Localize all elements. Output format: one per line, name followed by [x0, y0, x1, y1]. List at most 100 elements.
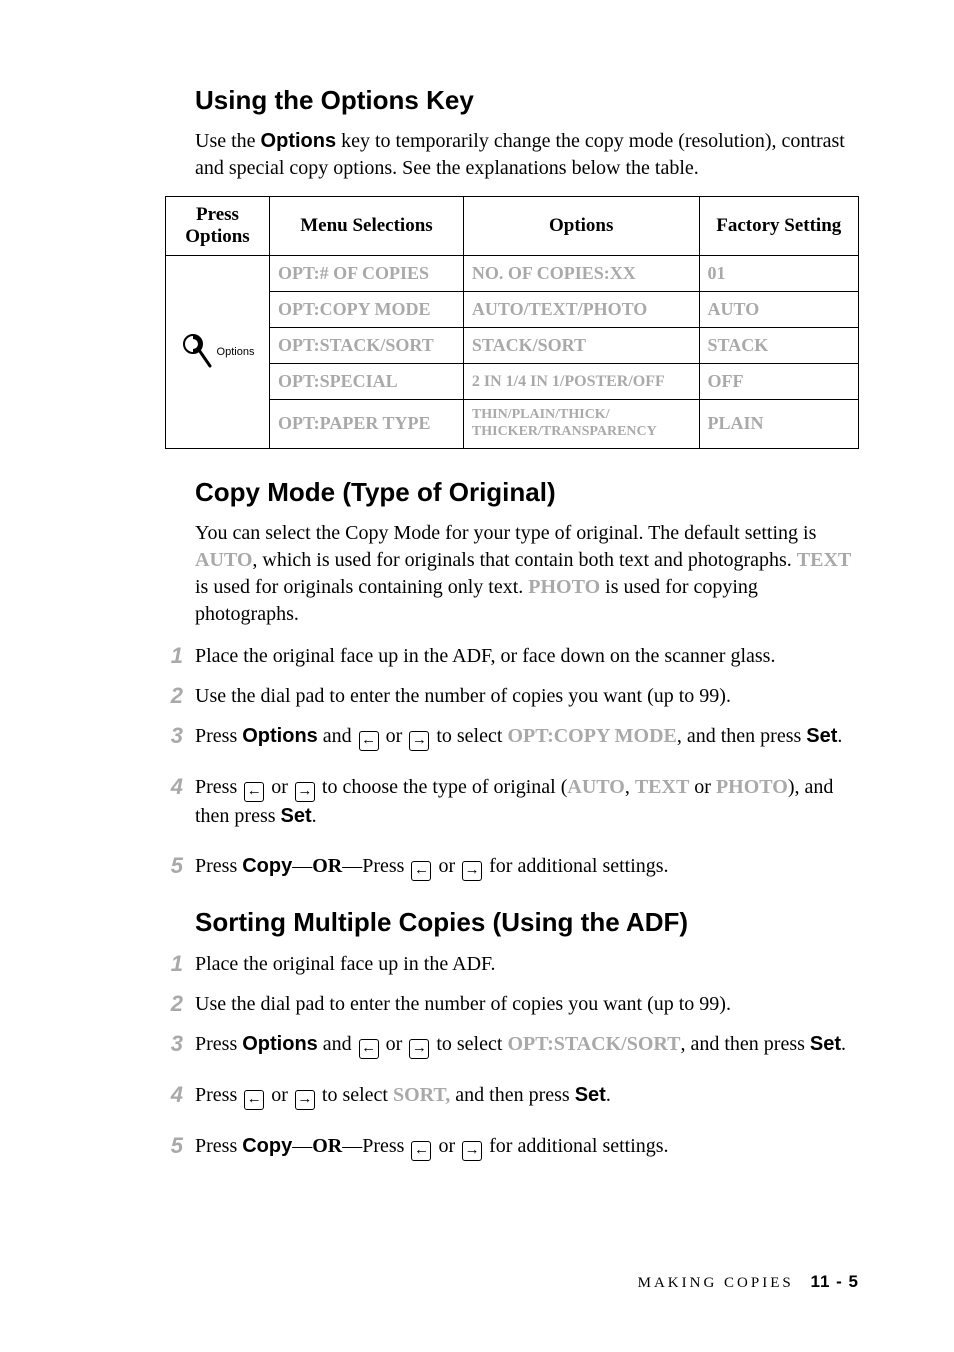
menu-cell: OPT:SPECIAL: [270, 364, 464, 400]
options-key-label: Options: [261, 130, 337, 152]
list-item: Press Copy—OR—Press ← or → for additiona…: [165, 852, 859, 881]
factory-cell: OFF: [699, 364, 858, 400]
text-fragment: and: [318, 725, 357, 747]
heading-using-options-key: Using the Options Key: [195, 85, 859, 116]
table-row: OPT:SPECIAL 2 IN 1/4 IN 1/POSTER/OFF OFF: [166, 364, 859, 400]
right-arrow-icon: →: [295, 782, 315, 802]
photo-label: PHOTO: [528, 576, 600, 598]
left-arrow-icon: ←: [411, 861, 431, 881]
right-arrow-icon: →: [462, 861, 482, 881]
copy-mode-steps: Place the original face up in the ADF, o…: [165, 642, 859, 881]
header-line1: Press: [196, 204, 239, 225]
table-row: OPT:COPY MODE AUTO/TEXT/PHOTO AUTO: [166, 292, 859, 328]
options-table: Press Options Menu Selections Options Fa…: [165, 196, 859, 449]
photo-label: PHOTO: [716, 776, 788, 798]
text-label: TEXT: [635, 776, 689, 798]
header-line2: Options: [185, 226, 249, 247]
text-fragment: You can select the Copy Mode for your ty…: [195, 522, 816, 544]
text-fragment: or: [381, 1033, 408, 1055]
menu-cell: OPT:# OF COPIES: [270, 256, 464, 292]
left-arrow-icon: ←: [359, 1039, 379, 1059]
text-fragment: .: [841, 1033, 846, 1055]
option-cell: STACK/SORT: [463, 328, 699, 364]
left-arrow-icon: ←: [359, 731, 379, 751]
text-fragment: Use the: [195, 130, 261, 152]
text-fragment: Press: [195, 855, 242, 877]
table-row: Options OPT:# OF COPIES NO. OF COPIES:XX…: [166, 256, 859, 292]
footer-page-number: 11 - 5: [810, 1272, 859, 1291]
text-fragment: to select: [431, 1033, 507, 1055]
text-fragment: .: [606, 1084, 611, 1106]
opt-stack-sort-label: OPT:STACK/SORT: [507, 1033, 680, 1055]
list-item: Press ← or → to select SORT, and then pr…: [165, 1081, 859, 1110]
set-key-label: Set: [575, 1084, 606, 1106]
footer-section-label: MAKING COPIES: [638, 1275, 794, 1291]
table-header-press-options: Press Options: [166, 197, 270, 256]
text-fragment: to select: [317, 1084, 393, 1106]
options-icon-label: Options: [217, 346, 255, 358]
menu-cell: OPT:PAPER TYPE: [270, 400, 464, 449]
heading-copy-mode: Copy Mode (Type of Original): [195, 477, 859, 508]
auto-label: AUTO: [567, 776, 624, 798]
or-label: OR: [312, 855, 342, 877]
magnifier-icon: [181, 332, 215, 372]
factory-cell: STACK: [699, 328, 858, 364]
text-label: TEXT: [797, 549, 851, 571]
right-arrow-icon: →: [462, 1141, 482, 1161]
text-fragment: Press: [195, 725, 242, 747]
text-fragment: is used for originals containing only te…: [195, 576, 528, 598]
text-fragment: for additional settings.: [484, 1135, 668, 1157]
text-fragment: Press: [195, 1033, 242, 1055]
or-label: OR: [312, 1135, 342, 1157]
options-button-cell: Options: [166, 256, 270, 449]
text-fragment: ,: [625, 776, 635, 798]
text-fragment: or: [689, 776, 716, 798]
intro-paragraph-copy-mode: You can select the Copy Mode for your ty…: [195, 520, 859, 628]
sorting-steps: Place the original face up in the ADF. U…: [165, 950, 859, 1161]
table-row: OPT:PAPER TYPE THIN/PLAIN/THICK/ THICKER…: [166, 400, 859, 449]
text-fragment: for additional settings.: [484, 855, 668, 877]
text-fragment: .: [312, 805, 317, 827]
heading-sorting: Sorting Multiple Copies (Using the ADF): [195, 907, 859, 938]
left-arrow-icon: ←: [244, 782, 264, 802]
text-fragment: or: [266, 1084, 293, 1106]
page-footer: MAKING COPIES 11 - 5: [638, 1272, 859, 1292]
text-fragment: and: [318, 1033, 357, 1055]
set-key-label: Set: [281, 805, 312, 827]
list-item: Press Options and ← or → to select OPT:S…: [165, 1030, 859, 1059]
text-fragment: —Press: [342, 1135, 409, 1157]
menu-cell: OPT:COPY MODE: [270, 292, 464, 328]
text-fragment: .: [837, 725, 842, 747]
factory-cell: AUTO: [699, 292, 858, 328]
text-fragment: , which is used for originals that conta…: [252, 549, 796, 571]
text-fragment: to select: [431, 725, 507, 747]
text-fragment: —: [292, 855, 312, 877]
factory-cell: 01: [699, 256, 858, 292]
sort-label: SORT,: [393, 1084, 450, 1106]
list-item: Press Options and ← or → to select OPT:C…: [165, 722, 859, 751]
left-arrow-icon: ←: [411, 1141, 431, 1161]
left-arrow-icon: ←: [244, 1090, 264, 1110]
list-item: Use the dial pad to enter the number of …: [165, 990, 859, 1018]
right-arrow-icon: →: [409, 731, 429, 751]
list-item: Place the original face up in the ADF, o…: [165, 642, 859, 670]
text-fragment: or: [266, 776, 293, 798]
text-fragment: Press: [195, 1135, 242, 1157]
opt-copy-mode-label: OPT:COPY MODE: [507, 725, 676, 747]
text-fragment: or: [433, 1135, 460, 1157]
set-key-label: Set: [806, 725, 837, 747]
list-item: Place the original face up in the ADF.: [165, 950, 859, 978]
intro-paragraph-options-key: Use the Options key to temporarily chang…: [195, 128, 859, 182]
text-fragment: —: [292, 1135, 312, 1157]
text-fragment: or: [381, 725, 408, 747]
copy-key-label: Copy: [242, 1135, 292, 1157]
menu-cell: OPT:STACK/SORT: [270, 328, 464, 364]
right-arrow-icon: →: [409, 1039, 429, 1059]
text-fragment: and then press: [450, 1084, 574, 1106]
text-fragment: Press: [195, 776, 242, 798]
right-arrow-icon: →: [295, 1090, 315, 1110]
table-header-factory-setting: Factory Setting: [699, 197, 858, 256]
option-cell: NO. OF COPIES:XX: [463, 256, 699, 292]
list-item: Press Copy—OR—Press ← or → for additiona…: [165, 1132, 859, 1161]
text-fragment: , and then press: [677, 725, 806, 747]
